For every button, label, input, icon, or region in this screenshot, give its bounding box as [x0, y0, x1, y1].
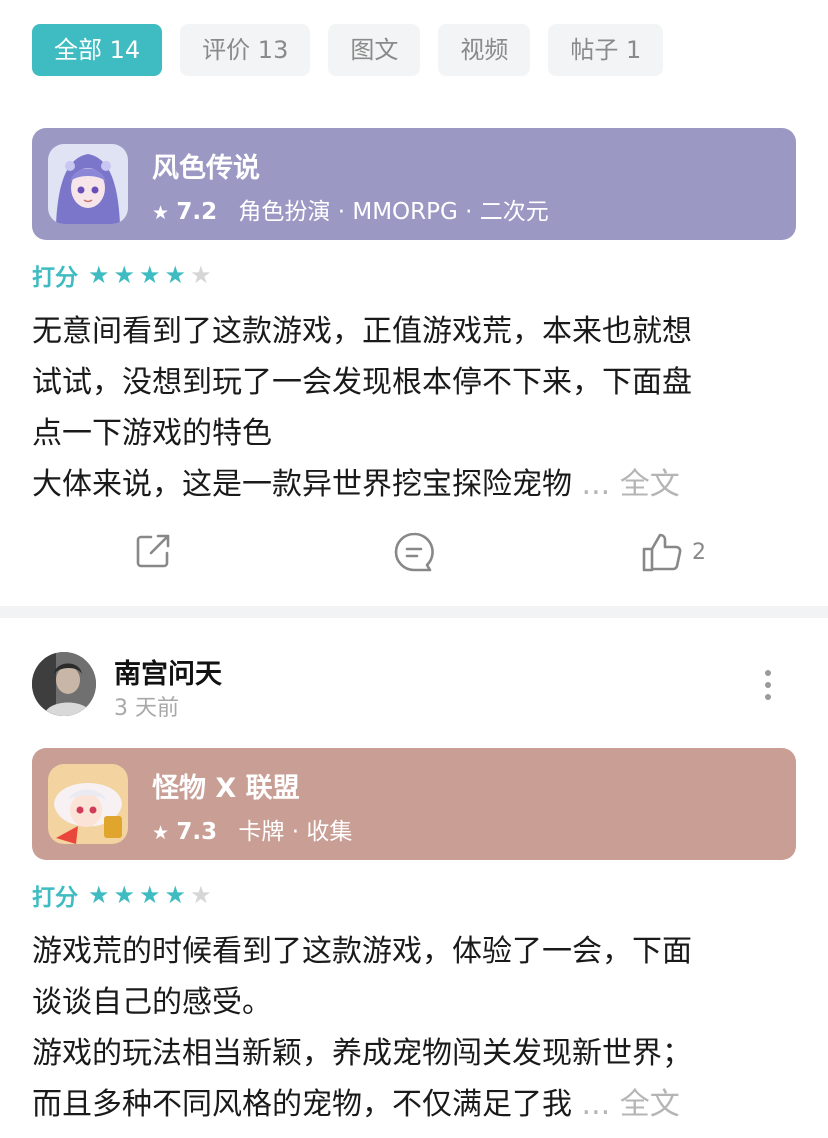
share-icon: [136, 534, 170, 568]
rating-label: 打分: [32, 265, 78, 291]
star-icon: ★: [152, 822, 170, 844]
star-icon: ★: [139, 881, 161, 909]
rating-row: 打分 ★ ★ ★ ★ ★: [32, 258, 212, 292]
game-score: 7.3: [176, 819, 218, 845]
tab-image-text[interactable]: 图文: [328, 24, 421, 76]
game-name: 风色传说: [152, 153, 260, 184]
comment-button[interactable]: [392, 530, 436, 574]
section-divider: [0, 606, 828, 618]
filter-tabs: 全部 14 评价 13 图文 视频 帖子 1: [32, 24, 664, 76]
like-button[interactable]: 2: [640, 530, 706, 574]
tab-reviews[interactable]: 评价 13: [180, 24, 311, 76]
rating-stars: ★ ★ ★ ★ ★: [88, 263, 212, 287]
thumbs-up-icon: [642, 533, 682, 572]
game-card[interactable]: 怪物 X 联盟 ★ 7.3 卡牌 · 收集: [32, 748, 796, 860]
review-text[interactable]: 无意间看到了这款游戏，正值游戏荒，本来也就想 试试，没想到玩了一会发现根本停不下…: [32, 306, 802, 510]
read-more-link[interactable]: ... 全文: [582, 467, 680, 502]
more-vertical-icon: [765, 670, 771, 700]
star-icon: ★: [88, 261, 110, 289]
star-icon: ★: [88, 881, 110, 909]
star-icon: ★: [190, 881, 212, 909]
rating-label: 打分: [32, 885, 78, 911]
star-icon: ★: [152, 202, 170, 224]
post-actions: 2: [0, 530, 828, 582]
rating-stars: ★ ★ ★ ★ ★: [88, 883, 212, 907]
more-options-button[interactable]: [756, 668, 780, 702]
review-line: 点一下游戏的特色: [32, 416, 272, 451]
like-count: 2: [692, 539, 706, 565]
star-icon: ★: [190, 261, 212, 289]
review-line: 无意间看到了这款游戏，正值游戏荒，本来也就想: [32, 314, 692, 349]
game-score: 7.2: [176, 199, 218, 225]
review-line: 而且多种不同风格的宠物，不仅满足了我 ... 全文: [32, 1087, 680, 1122]
star-icon: ★: [113, 261, 136, 289]
game-name: 怪物 X 联盟: [152, 773, 300, 804]
share-button[interactable]: [132, 530, 174, 572]
star-icon: ★: [164, 881, 187, 909]
rating-row: 打分 ★ ★ ★ ★ ★: [32, 878, 212, 912]
review-text[interactable]: 游戏荒的时候看到了这款游戏，体验了一会，下面 谈谈自己的感受。 游戏的玩法相当新…: [32, 926, 802, 1130]
user-name[interactable]: 南宫问天: [114, 652, 222, 691]
game-meta: ★ 7.3 卡牌 · 收集: [152, 812, 352, 846]
game-card[interactable]: 风色传说 ★ 7.2 角色扮演 · MMORPG · 二次元: [32, 128, 796, 240]
star-icon: ★: [113, 881, 136, 909]
star-icon: ★: [164, 261, 187, 289]
read-more-link[interactable]: ... 全文: [582, 1087, 680, 1122]
star-icon: ★: [139, 261, 161, 289]
review-line: 游戏荒的时候看到了这款游戏，体验了一会，下面: [32, 934, 692, 969]
comment-icon: [394, 532, 434, 572]
game-icon: [48, 764, 128, 844]
game-meta: ★ 7.2 角色扮演 · MMORPG · 二次元: [152, 192, 549, 226]
review-line: 试试，没想到玩了一会发现根本停不下来，下面盘: [32, 365, 692, 400]
tab-video[interactable]: 视频: [438, 24, 531, 76]
review-line: 大体来说，这是一款异世界挖宝探险宠物 ... 全文: [32, 467, 680, 502]
tab-posts[interactable]: 帖子 1: [548, 24, 664, 76]
avatar[interactable]: [32, 652, 96, 716]
tab-all[interactable]: 全部 14: [32, 24, 163, 76]
review-line: 游戏的玩法相当新颖，养成宠物闯关发现新世界；: [32, 1036, 692, 1071]
game-tags: 卡牌 · 收集: [238, 819, 353, 845]
game-tags: 角色扮演 · MMORPG · 二次元: [238, 199, 549, 225]
review-line: 谈谈自己的感受。: [32, 985, 272, 1020]
game-icon: [48, 144, 128, 224]
post-time: 3 天前: [114, 696, 179, 721]
